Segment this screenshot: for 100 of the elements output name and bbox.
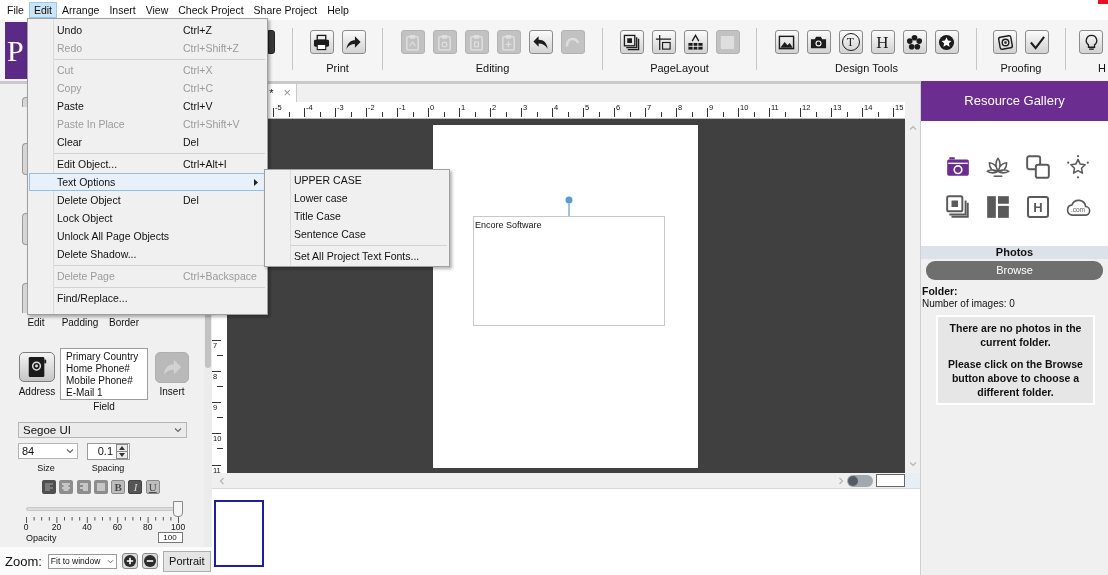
scale-label: 80 <box>142 523 154 532</box>
list-item[interactable]: Home Phone# <box>66 363 147 375</box>
font-select[interactable]: Segoe UI <box>18 422 187 438</box>
toggle-switch[interactable] <box>847 474 873 487</box>
menu-item[interactable]: Find/Replace... <box>29 289 266 307</box>
gallery-button[interactable] <box>945 194 971 220</box>
clipboard-icon <box>468 33 485 51</box>
menu-item[interactable]: Delete Object Del <box>29 191 266 209</box>
gallery-button[interactable] <box>1025 154 1051 180</box>
zoom-in-button[interactable] <box>121 553 138 569</box>
menu-bar-item[interactable]: Check Project <box>173 2 249 18</box>
guides-icon <box>655 33 672 51</box>
toolbar-button[interactable] <box>774 30 799 54</box>
shortcut-text: Ctrl+V <box>183 100 213 112</box>
style-button[interactable]: U <box>145 480 160 494</box>
menu-item[interactable]: Delete Shadow... <box>29 245 266 263</box>
menu-bar-item[interactable]: Arrange <box>57 2 105 18</box>
zoom-box[interactable] <box>876 474 905 487</box>
message-text: Please click on the Browse button above to choose a different folder. <box>947 357 1084 399</box>
slider-thumb[interactable] <box>173 501 183 517</box>
menu-item[interactable]: Edit Object... Ctrl+Alt+I <box>29 155 266 173</box>
zoom-label: Zoom: <box>5 553 42 569</box>
align-button[interactable] <box>76 480 91 494</box>
menu-bar-item[interactable]: View <box>140 2 174 18</box>
group-label: Proofing <box>1000 62 1042 75</box>
size-select[interactable]: 84 <box>18 443 78 459</box>
toolbar-button[interactable] <box>902 30 927 54</box>
toolbar-button[interactable]: T <box>838 30 863 54</box>
shortcut-text: Ctrl+Shift+V <box>183 118 240 130</box>
toolbar-button[interactable] <box>651 30 676 54</box>
gallery-button[interactable] <box>1065 154 1091 180</box>
zoom-select[interactable]: Fit to window <box>47 553 117 569</box>
app-logo: P <box>5 22 27 79</box>
menu-item[interactable]: Undo Ctrl+Z <box>29 21 266 39</box>
list-item[interactable]: Primary Country <box>66 351 147 363</box>
tool-label: Padding <box>60 317 100 328</box>
portrait-button[interactable]: Portrait <box>162 550 211 572</box>
menu-item[interactable]: Sentence Case <box>266 225 448 243</box>
stacked-pages-icon <box>945 194 971 220</box>
button-label: Insert <box>159 386 185 397</box>
menu-item[interactable]: UPPER CASE <box>266 171 448 189</box>
toolbar-button[interactable] <box>528 30 553 54</box>
toolbar-button[interactable] <box>993 30 1017 54</box>
shortcut-text: Del <box>183 136 199 148</box>
menu-item[interactable]: Lower case <box>266 189 448 207</box>
menu-item[interactable]: Clear Del <box>29 133 266 151</box>
menu-item[interactable]: Text Options <box>29 173 266 191</box>
down-triangle-icon <box>119 452 125 457</box>
rotate-handle[interactable] <box>565 196 573 216</box>
up-triangle-icon <box>119 445 125 450</box>
field-label: Spacing <box>90 463 126 473</box>
toolbar-button[interactable] <box>341 30 366 54</box>
gallery-button[interactable]: H <box>1027 196 1049 218</box>
clipboard-icon <box>436 33 453 51</box>
spacing-field[interactable]: 0.1 <box>87 443 130 460</box>
menu-item[interactable]: Set All Project Text Fonts... <box>266 247 448 265</box>
toolbar-button[interactable] <box>934 30 959 54</box>
toolbar-button[interactable] <box>683 30 708 54</box>
printer-icon <box>313 33 330 51</box>
scrollbar-thumb[interactable] <box>205 313 211 368</box>
zoom-out-button[interactable] <box>141 553 158 569</box>
menu-bar-item[interactable]: File <box>2 2 29 18</box>
chevron-down-icon <box>174 427 182 433</box>
browse-button[interactable]: Browse <box>926 261 1103 280</box>
table-icon <box>687 33 704 51</box>
menu-bar-item[interactable]: Edit <box>28 2 57 18</box>
field-list[interactable]: Primary Country Home Phone# Mobile Phone# E-Mail 1 <box>60 348 148 400</box>
style-button[interactable]: B <box>111 480 126 494</box>
menu-item[interactable]: Lock Object <box>29 209 266 227</box>
justify-icon <box>95 482 106 492</box>
menu-bar-item[interactable]: Insert <box>104 2 141 18</box>
section-title: Photos <box>921 246 1108 259</box>
toolbar-button[interactable] <box>619 30 644 54</box>
menu-bar-item[interactable]: Share Project <box>248 2 323 18</box>
opacity-field[interactable]: 100 <box>157 532 183 543</box>
group-label: H <box>1098 62 1106 75</box>
align-button[interactable] <box>93 480 108 494</box>
menu-item[interactable]: Unlock All Page Objects <box>29 227 266 245</box>
gallery-button[interactable] <box>985 194 1011 220</box>
style-button[interactable]: I <box>128 480 143 494</box>
list-item[interactable]: Mobile Phone# <box>66 375 147 387</box>
toolbar-button[interactable] <box>1025 30 1049 54</box>
page-thumbnail[interactable] <box>214 500 264 567</box>
toolbar-button[interactable]: H <box>870 30 895 54</box>
list-item[interactable]: E-Mail 1 <box>66 387 147 399</box>
menu-bar-item[interactable]: Help <box>322 2 354 18</box>
toolbar-button[interactable] <box>1079 30 1103 54</box>
scale-label: 20 <box>50 523 63 532</box>
menu-item[interactable]: Paste Ctrl+V <box>29 97 266 115</box>
plus-icon <box>123 555 136 567</box>
align-button[interactable] <box>59 480 74 494</box>
toolbar-button[interactable] <box>806 30 831 54</box>
text-frame[interactable]: Encore Software <box>473 216 665 326</box>
button-label: Address <box>18 386 56 397</box>
menu-item[interactable]: Title Case <box>266 207 448 225</box>
minus-icon <box>143 555 156 567</box>
address-button[interactable] <box>19 352 55 382</box>
sparkle-star-icon <box>1065 154 1091 180</box>
clipboard-plus-icon <box>500 33 517 51</box>
toolbar-button[interactable] <box>309 30 334 54</box>
